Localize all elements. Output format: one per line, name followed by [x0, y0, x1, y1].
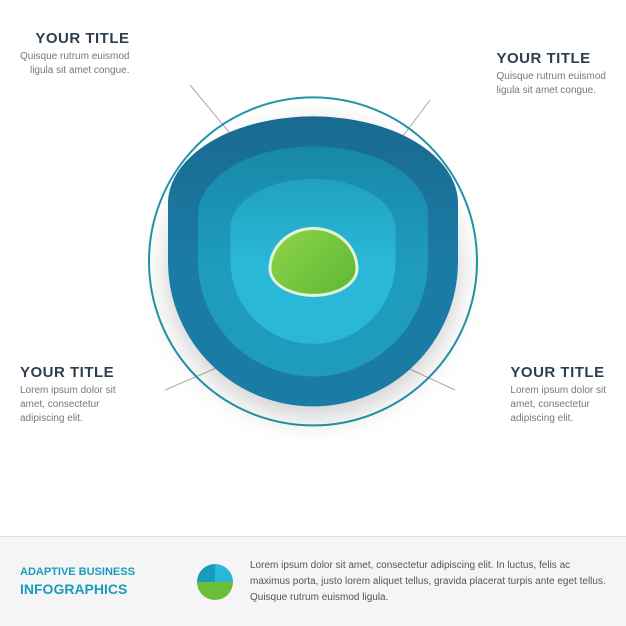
brand-line2: INFOGRAPHICS: [20, 580, 180, 598]
layer2: [198, 146, 428, 376]
footer-description: Lorem ipsum dolor sit amet, consectetur …: [250, 558, 606, 606]
footer-brand: ADAPTIVE BUSINESS INFOGRAPHICS: [20, 565, 180, 597]
pie-chart-icon: [195, 562, 235, 602]
main-container: YOUR TITLE Quisque rutrum euismodligula …: [0, 0, 626, 626]
circle-diagram: [148, 96, 478, 426]
bottom-right-label: YOUR TITLE Lorem ipsum dolor sitamet, co…: [510, 364, 606, 426]
top-right-label: YOUR TITLE Quisque rutrum euismodligula …: [497, 50, 607, 98]
top-right-desc: Quisque rutrum euismodligula sit amet co…: [497, 70, 607, 98]
top-right-title: YOUR TITLE: [497, 50, 607, 67]
brand-line1: ADAPTIVE BUSINESS: [20, 565, 180, 579]
bottom-left-title: YOUR TITLE: [20, 364, 116, 381]
center-shape: [268, 226, 358, 296]
top-left-desc: Quisque rutrum euismodligula sit amet co…: [20, 50, 130, 78]
bottom-right-title: YOUR TITLE: [510, 364, 606, 381]
bottom-left-label: YOUR TITLE Lorem ipsum dolor sitamet, co…: [20, 364, 116, 426]
layer1: [168, 116, 458, 406]
footer: ADAPTIVE BUSINESS INFOGRAPHICS Lorem ips…: [0, 536, 626, 626]
footer-brand-text: ADAPTIVE BUSINESS INFOGRAPHICS: [20, 565, 180, 597]
bottom-left-desc: Lorem ipsum dolor sitamet, consecteturad…: [20, 384, 116, 426]
bottom-right-desc: Lorem ipsum dolor sitamet, consecteturad…: [510, 384, 606, 426]
top-left-label: YOUR TITLE Quisque rutrum euismodligula …: [20, 30, 130, 78]
top-left-title: YOUR TITLE: [20, 30, 130, 47]
infographic-area: YOUR TITLE Quisque rutrum euismodligula …: [0, 0, 626, 536]
layer3: [231, 179, 396, 344]
